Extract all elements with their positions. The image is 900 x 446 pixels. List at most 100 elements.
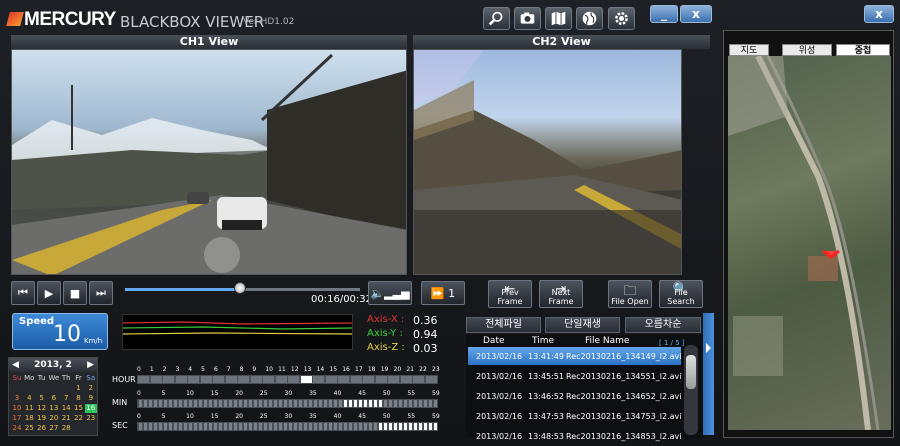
file-search-button[interactable]: 🔍 File Search <box>659 280 703 308</box>
second-cell[interactable] <box>419 423 422 430</box>
second-cell[interactable] <box>219 423 222 430</box>
play-button[interactable]: ▶ <box>37 281 61 305</box>
second-cell[interactable] <box>309 423 312 430</box>
snapshot-button[interactable] <box>514 7 541 30</box>
seek-handle[interactable] <box>234 282 247 294</box>
minute-cell[interactable] <box>249 400 252 407</box>
minute-cell[interactable] <box>174 400 177 407</box>
hour-cell[interactable] <box>300 376 312 383</box>
file-open-button[interactable]: 🗀 File Open <box>608 280 652 308</box>
minute-cell[interactable] <box>294 400 297 407</box>
minute-cell[interactable] <box>284 400 287 407</box>
minute-cell[interactable] <box>209 400 212 407</box>
minute-cell[interactable] <box>404 400 407 407</box>
second-cell[interactable] <box>164 423 167 430</box>
minute-cell[interactable] <box>399 400 402 407</box>
second-timeline[interactable] <box>137 422 438 431</box>
stop-button[interactable]: ■ <box>63 281 87 305</box>
second-cell[interactable] <box>394 423 397 430</box>
second-cell[interactable] <box>324 423 327 430</box>
prev-frame-button[interactable]: ⇤ Prev Frame <box>488 280 532 308</box>
volume-button[interactable]: 🔈▂▃▅ <box>368 281 412 305</box>
hour-cell[interactable] <box>138 376 149 383</box>
second-cell[interactable] <box>259 423 262 430</box>
second-cell[interactable] <box>239 423 242 430</box>
second-cell[interactable] <box>374 423 377 430</box>
minute-cell[interactable] <box>339 400 342 407</box>
minute-cell[interactable] <box>214 400 217 407</box>
minute-cell[interactable] <box>244 400 247 407</box>
calendar-day[interactable]: 26 <box>36 424 48 433</box>
hour-cell[interactable] <box>263 376 274 383</box>
hour-cell[interactable] <box>350 376 362 383</box>
second-cell[interactable] <box>404 423 407 430</box>
calendar-day[interactable]: 27 <box>48 424 60 433</box>
calendar-day[interactable]: 20 <box>48 414 60 423</box>
second-cell[interactable] <box>154 423 157 430</box>
minute-cell[interactable] <box>144 400 147 407</box>
second-cell[interactable] <box>159 423 162 430</box>
minute-timeline[interactable] <box>137 399 438 408</box>
second-cell[interactable] <box>234 423 237 430</box>
second-cell[interactable] <box>184 423 187 430</box>
second-cell[interactable] <box>279 423 282 430</box>
globe-button[interactable] <box>576 7 603 30</box>
minute-cell[interactable] <box>219 400 222 407</box>
second-cell[interactable] <box>209 423 212 430</box>
calendar-day[interactable]: 9 <box>85 394 97 403</box>
second-cell[interactable] <box>284 423 287 430</box>
minute-cell[interactable] <box>359 400 362 407</box>
second-cell[interactable] <box>224 423 227 430</box>
second-cell[interactable] <box>304 423 307 430</box>
minute-cell[interactable] <box>169 400 172 407</box>
second-cell[interactable] <box>149 423 152 430</box>
calendar-day[interactable]: 7 <box>60 394 72 403</box>
second-cell[interactable] <box>139 423 142 430</box>
second-cell[interactable] <box>249 423 252 430</box>
second-cell[interactable] <box>409 423 412 430</box>
ch2-video-view[interactable] <box>413 49 682 275</box>
file-row[interactable]: 2013/02/16 13:47:53 Rec20130216_134753_l2.… <box>468 407 682 425</box>
tab-single-play[interactable]: 단일재생 <box>545 317 620 333</box>
hour-cell[interactable] <box>288 376 299 383</box>
satellite-map[interactable] <box>728 56 891 430</box>
hour-cell[interactable] <box>363 376 374 383</box>
calendar-next-icon[interactable]: ▶ <box>87 358 94 372</box>
second-cell[interactable] <box>169 423 172 430</box>
calendar-day[interactable]: 25 <box>23 424 35 433</box>
second-cell[interactable] <box>179 423 182 430</box>
second-cell[interactable] <box>299 423 302 430</box>
minute-cell[interactable] <box>154 400 157 407</box>
minute-cell[interactable] <box>349 400 352 407</box>
play-speed-button[interactable]: ⏩ 1 <box>421 281 465 305</box>
calendar-day[interactable]: 22 <box>73 414 85 423</box>
minute-cell[interactable] <box>299 400 302 407</box>
second-cell[interactable] <box>244 423 247 430</box>
second-cell[interactable] <box>329 423 332 430</box>
calendar-day[interactable]: 19 <box>36 414 48 423</box>
minute-cell[interactable] <box>424 400 427 407</box>
calendar-prev-icon[interactable]: ◀ <box>12 358 19 372</box>
hour-cell[interactable] <box>163 376 174 383</box>
minute-cell[interactable] <box>409 400 412 407</box>
hour-cell[interactable] <box>400 376 412 383</box>
calendar-day[interactable]: 3 <box>11 394 23 403</box>
minute-cell[interactable] <box>374 400 377 407</box>
calendar-day[interactable]: 6 <box>48 394 60 403</box>
second-cell[interactable] <box>289 423 292 430</box>
map-close-button[interactable]: x <box>864 5 894 23</box>
minute-cell[interactable] <box>229 400 232 407</box>
minute-cell[interactable] <box>379 400 382 407</box>
calendar-day[interactable]: 24 <box>11 424 23 433</box>
search-zoom-button[interactable] <box>483 7 510 30</box>
second-cell[interactable] <box>214 423 217 430</box>
calendar-day[interactable]: 14 <box>60 404 72 413</box>
calendar-day[interactable]: 21 <box>60 414 72 423</box>
tab-all-files[interactable]: 전체파일 <box>466 317 541 333</box>
calendar-day[interactable]: 2 <box>85 384 97 393</box>
second-cell[interactable] <box>229 423 232 430</box>
hour-cell[interactable] <box>388 376 399 383</box>
hour-cell[interactable] <box>188 376 199 383</box>
minute-cell[interactable] <box>204 400 207 407</box>
minute-cell[interactable] <box>309 400 312 407</box>
